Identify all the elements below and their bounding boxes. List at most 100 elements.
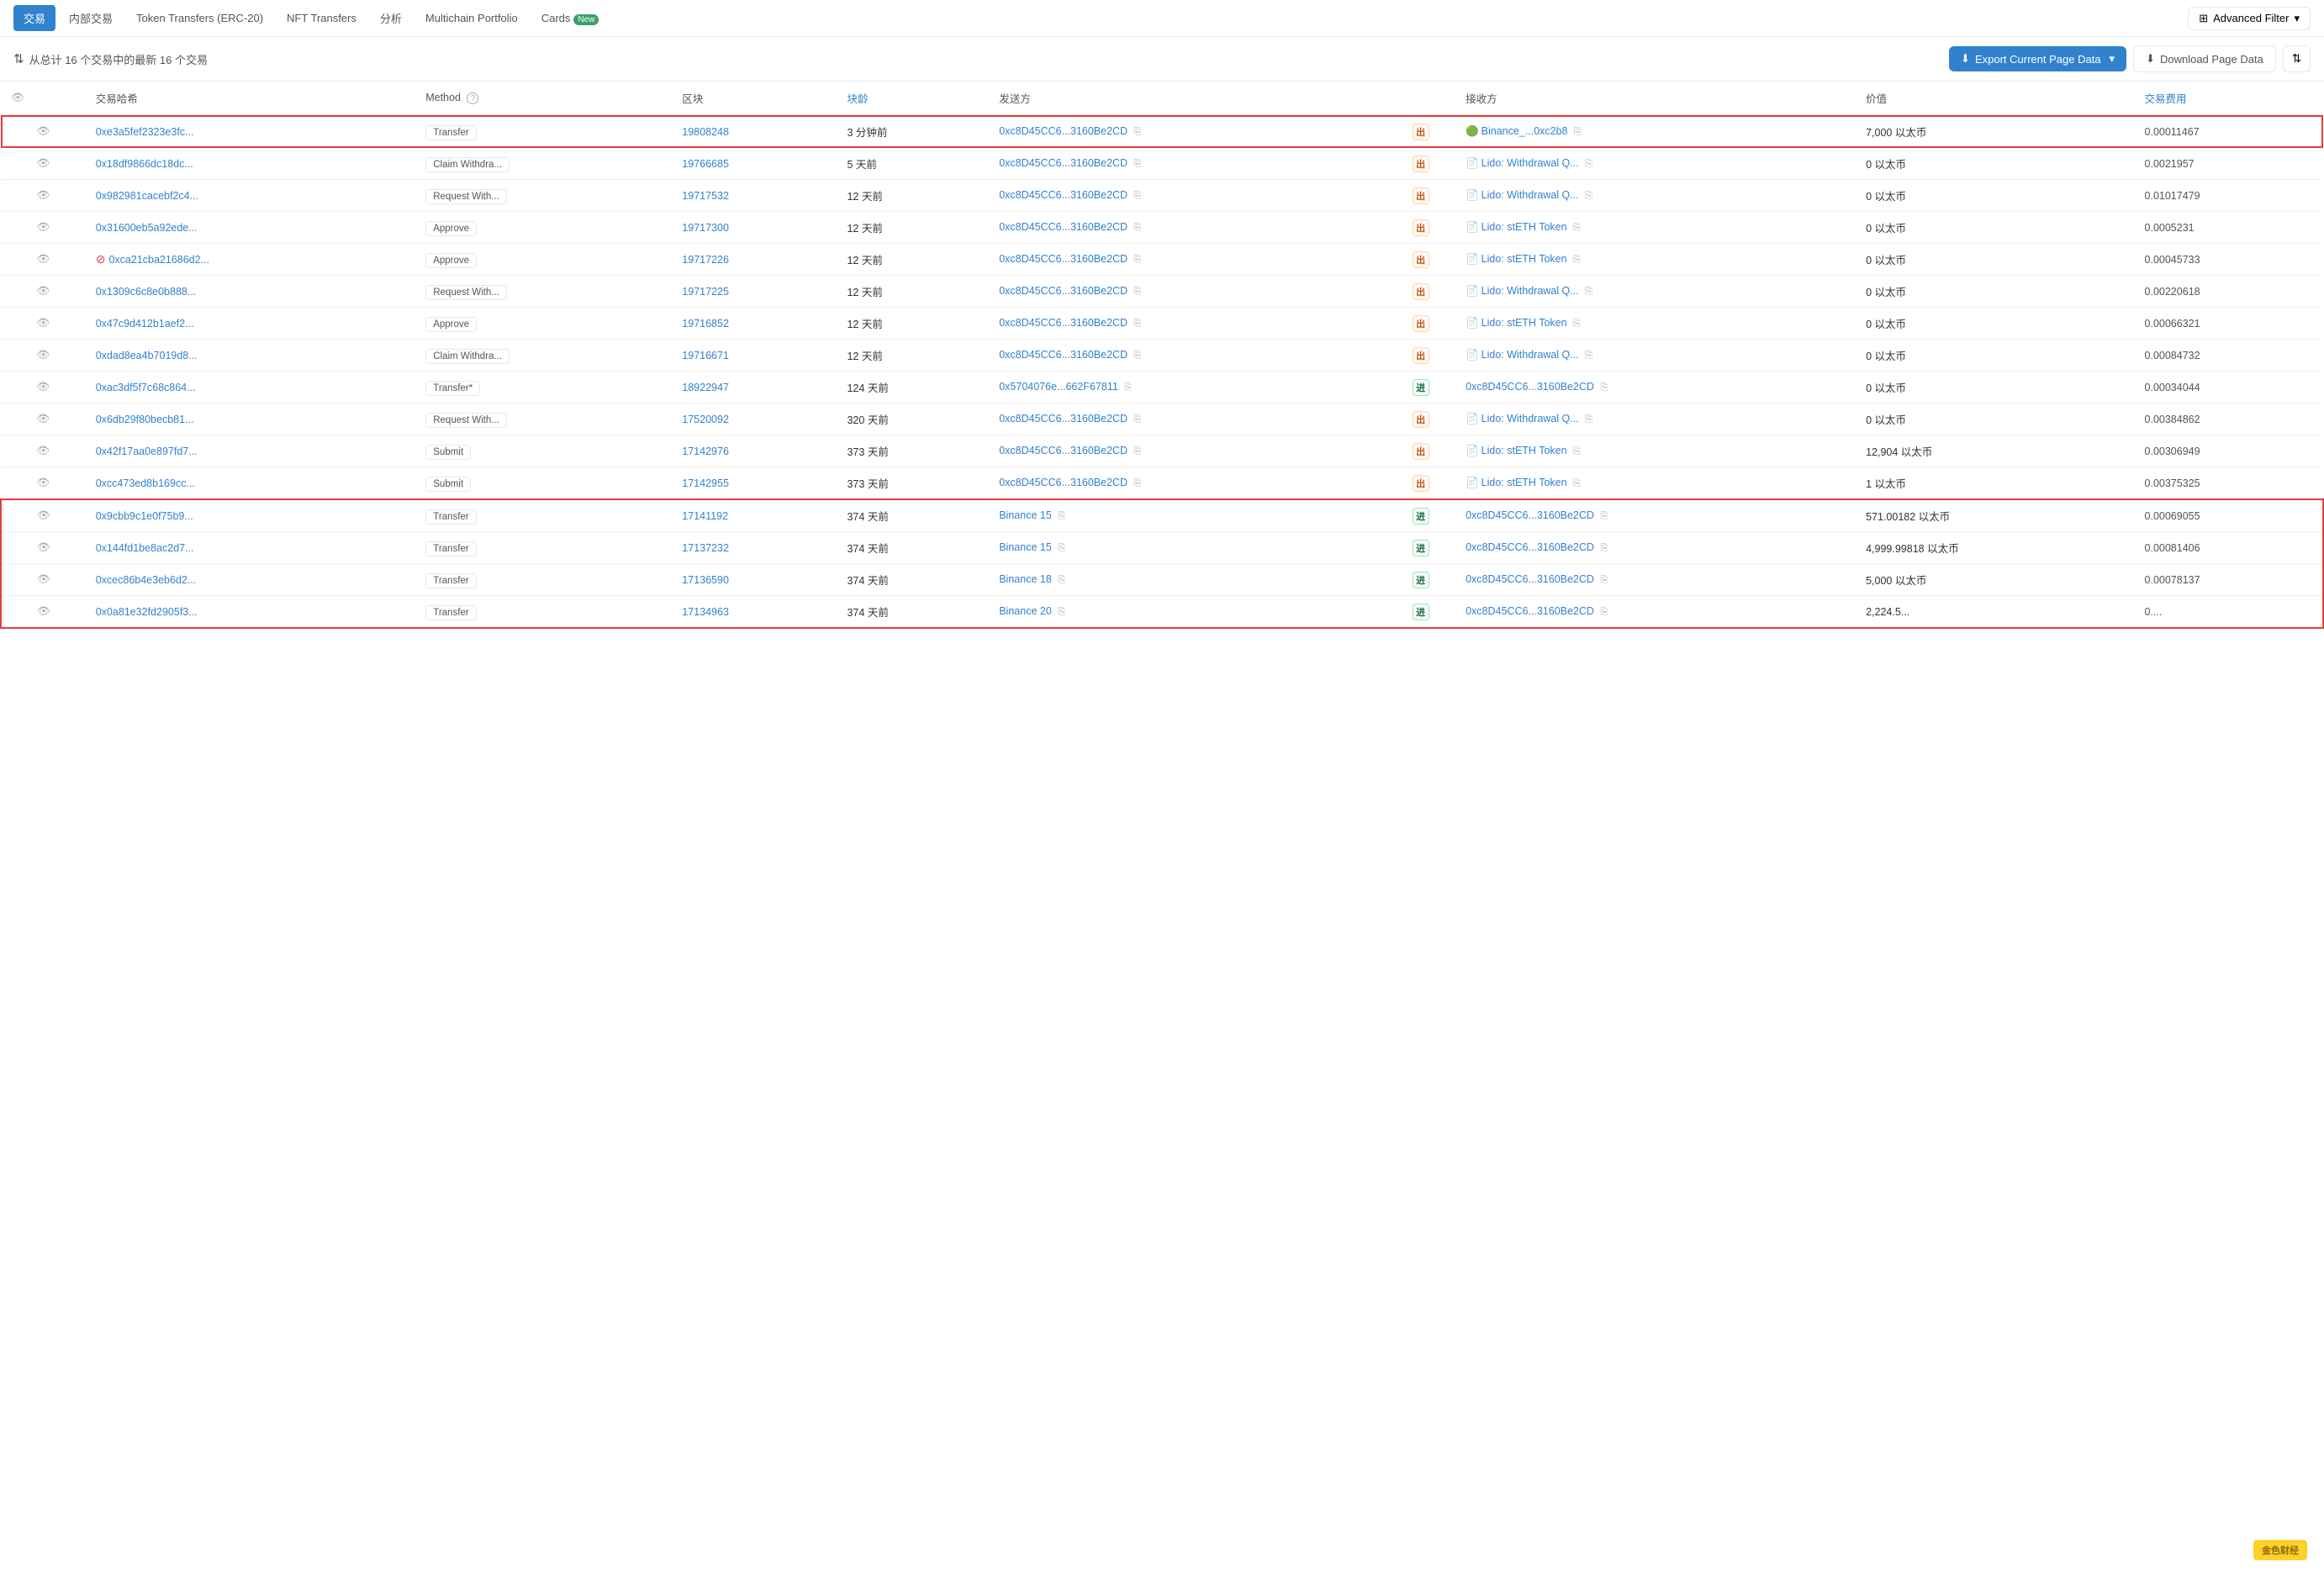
tx-hash-link[interactable]: 0x18df9866dc18dc... — [96, 158, 193, 170]
to-link[interactable]: Lido: Withdrawal Q... — [1482, 157, 1579, 169]
tx-hash-link[interactable]: 0x1309c6c8e0b888... — [96, 286, 197, 298]
eye-icon[interactable]: 👁 — [36, 157, 50, 169]
block-link[interactable]: 19716852 — [682, 318, 729, 330]
eye-icon[interactable]: 👁 — [36, 253, 50, 265]
copy-from-icon[interactable]: ⎘ — [1134, 127, 1142, 137]
block-link[interactable]: 17520092 — [682, 414, 729, 425]
copy-from-icon[interactable]: ⎘ — [1134, 478, 1142, 488]
copy-from-icon[interactable]: ⎘ — [1058, 607, 1065, 617]
block-link[interactable]: 17134963 — [682, 606, 729, 618]
from-link[interactable]: 0xc8D45CC6...3160Be2CD — [999, 221, 1128, 233]
copy-to-icon[interactable]: ⎘ — [1574, 127, 1582, 137]
from-link[interactable]: Binance 15 — [999, 509, 1052, 521]
tx-hash-link[interactable]: 0xcec86b4e3eb6d2... — [96, 574, 197, 586]
eye-icon[interactable]: 👁 — [37, 605, 50, 617]
block-link[interactable]: 19766685 — [682, 158, 729, 170]
nav-tab-cards[interactable]: CardsNew — [531, 7, 610, 29]
download-button[interactable]: ⬇ Download Page Data — [2133, 45, 2276, 72]
advanced-filter-button[interactable]: ⊞ Advanced Filter ▾ — [2188, 7, 2311, 30]
copy-to-icon[interactable]: ⎘ — [1600, 382, 1608, 393]
block-link[interactable]: 17137232 — [682, 542, 729, 554]
copy-to-icon[interactable]: ⎘ — [1600, 511, 1608, 521]
from-link[interactable]: 0xc8D45CC6...3160Be2CD — [999, 285, 1128, 297]
copy-to-icon[interactable]: ⎘ — [1573, 223, 1581, 233]
to-link[interactable]: Lido: stETH Token — [1482, 253, 1567, 265]
eye-icon[interactable]: 👁 — [36, 125, 50, 137]
nav-tab-internal[interactable]: 内部交易 — [59, 5, 123, 31]
copy-to-icon[interactable]: ⎘ — [1600, 543, 1608, 553]
copy-to-icon[interactable]: ⎘ — [1585, 351, 1592, 361]
col-age[interactable]: 块龄 — [837, 82, 989, 115]
to-link[interactable]: Lido: Withdrawal Q... — [1482, 285, 1579, 297]
from-link[interactable]: Binance 20 — [999, 605, 1052, 617]
copy-to-icon[interactable]: ⎘ — [1600, 575, 1608, 585]
eye-icon[interactable]: 👁 — [36, 445, 50, 456]
to-link[interactable]: Lido: stETH Token — [1482, 317, 1567, 329]
to-link[interactable]: Lido: stETH Token — [1482, 221, 1567, 233]
tx-hash-link[interactable]: 0x47c9d412b1aef2... — [96, 318, 194, 330]
block-link[interactable]: 19717300 — [682, 222, 729, 234]
export-button[interactable]: ⬇ Export Current Page Data ▾ — [1949, 46, 2126, 71]
block-link[interactable]: 18922947 — [682, 382, 729, 393]
eye-icon[interactable]: 👁 — [36, 189, 50, 201]
copy-from-icon[interactable]: ⎘ — [1134, 191, 1142, 201]
filter-button[interactable]: ⇅ — [2283, 45, 2311, 72]
to-link[interactable]: Lido: Withdrawal Q... — [1482, 413, 1579, 425]
to-link[interactable]: Lido: Withdrawal Q... — [1482, 349, 1579, 361]
copy-to-icon[interactable]: ⎘ — [1585, 414, 1592, 425]
tx-hash-link[interactable]: 0xcc473ed8b169cc... — [96, 477, 195, 489]
to-link[interactable]: 0xc8D45CC6...3160Be2CD — [1466, 509, 1594, 521]
nav-tab-transactions[interactable]: 交易 — [13, 5, 55, 31]
tx-hash-link[interactable]: 0x6db29f80becb81... — [96, 414, 194, 425]
to-link[interactable]: Lido: Withdrawal Q... — [1482, 189, 1579, 201]
eye-icon[interactable]: 👁 — [37, 541, 50, 553]
copy-to-icon[interactable]: ⎘ — [1585, 191, 1592, 201]
tx-hash-link[interactable]: 0x42f17aa0e897fd7... — [96, 446, 198, 457]
block-link[interactable]: 17136590 — [682, 574, 729, 586]
tx-hash-link[interactable]: 0x9cbb9c1e0f75b9... — [96, 510, 193, 522]
copy-from-icon[interactable]: ⎘ — [1058, 511, 1065, 521]
from-link[interactable]: 0xc8D45CC6...3160Be2CD — [999, 317, 1128, 329]
block-link[interactable]: 17141192 — [682, 510, 728, 522]
to-link[interactable]: 0xc8D45CC6...3160Be2CD — [1466, 605, 1594, 617]
tx-hash-link[interactable]: 0xca21cba21686d2... — [108, 254, 209, 266]
from-link[interactable]: 0x5704076e...662F67811 — [999, 381, 1118, 393]
to-link[interactable]: Lido: stETH Token — [1482, 477, 1567, 488]
col-fee[interactable]: 交易费用 — [2135, 82, 2323, 115]
tx-hash-link[interactable]: 0xdad8ea4b7019d8... — [96, 350, 198, 361]
from-link[interactable]: 0xc8D45CC6...3160Be2CD — [999, 349, 1128, 361]
block-link[interactable]: 19717226 — [682, 254, 729, 266]
copy-from-icon[interactable]: ⎘ — [1124, 382, 1132, 393]
tx-hash-link[interactable]: 0x982981cacebf2c4... — [96, 190, 198, 202]
eye-icon[interactable]: 👁 — [36, 349, 50, 361]
from-link[interactable]: 0xc8D45CC6...3160Be2CD — [999, 477, 1128, 488]
block-link[interactable]: 19717532 — [682, 190, 729, 202]
from-link[interactable]: Binance 18 — [999, 573, 1052, 585]
nav-tab-analytics[interactable]: 分析 — [370, 5, 412, 31]
copy-to-icon[interactable]: ⎘ — [1573, 319, 1581, 329]
tx-hash-link[interactable]: 0xe3a5fef2323e3fc... — [96, 126, 194, 138]
tx-hash-link[interactable]: 0xac3df5f7c68c864... — [96, 382, 196, 393]
block-link[interactable]: 17142976 — [682, 446, 729, 457]
block-link[interactable]: 19716671 — [682, 350, 729, 361]
eye-icon[interactable]: 👁 — [36, 221, 50, 233]
copy-from-icon[interactable]: ⎘ — [1058, 575, 1065, 585]
copy-from-icon[interactable]: ⎘ — [1134, 255, 1142, 265]
nav-tab-token-transfers[interactable]: Token Transfers (ERC-20) — [126, 7, 273, 29]
tx-hash-link[interactable]: 0x144fd1be8ac2d7... — [96, 542, 194, 554]
nav-tab-multichain[interactable]: Multichain Portfolio — [415, 7, 528, 29]
eye-icon[interactable]: 👁 — [36, 413, 50, 425]
from-link[interactable]: 0xc8D45CC6...3160Be2CD — [999, 157, 1128, 169]
to-link[interactable]: 0xc8D45CC6...3160Be2CD — [1466, 541, 1594, 553]
to-link[interactable]: Binance_...0xc2b8 — [1482, 125, 1568, 137]
tx-hash-link[interactable]: 0x31600eb5a92ede... — [96, 222, 198, 234]
to-link[interactable]: 0xc8D45CC6...3160Be2CD — [1466, 573, 1594, 585]
copy-to-icon[interactable]: ⎘ — [1573, 446, 1581, 456]
from-link[interactable]: Binance 15 — [999, 541, 1052, 553]
from-link[interactable]: 0xc8D45CC6...3160Be2CD — [999, 253, 1128, 265]
copy-to-icon[interactable]: ⎘ — [1573, 478, 1581, 488]
from-link[interactable]: 0xc8D45CC6...3160Be2CD — [999, 125, 1128, 137]
copy-from-icon[interactable]: ⎘ — [1134, 351, 1142, 361]
eye-icon[interactable]: 👁 — [36, 381, 50, 393]
to-link[interactable]: Lido: stETH Token — [1482, 445, 1567, 456]
